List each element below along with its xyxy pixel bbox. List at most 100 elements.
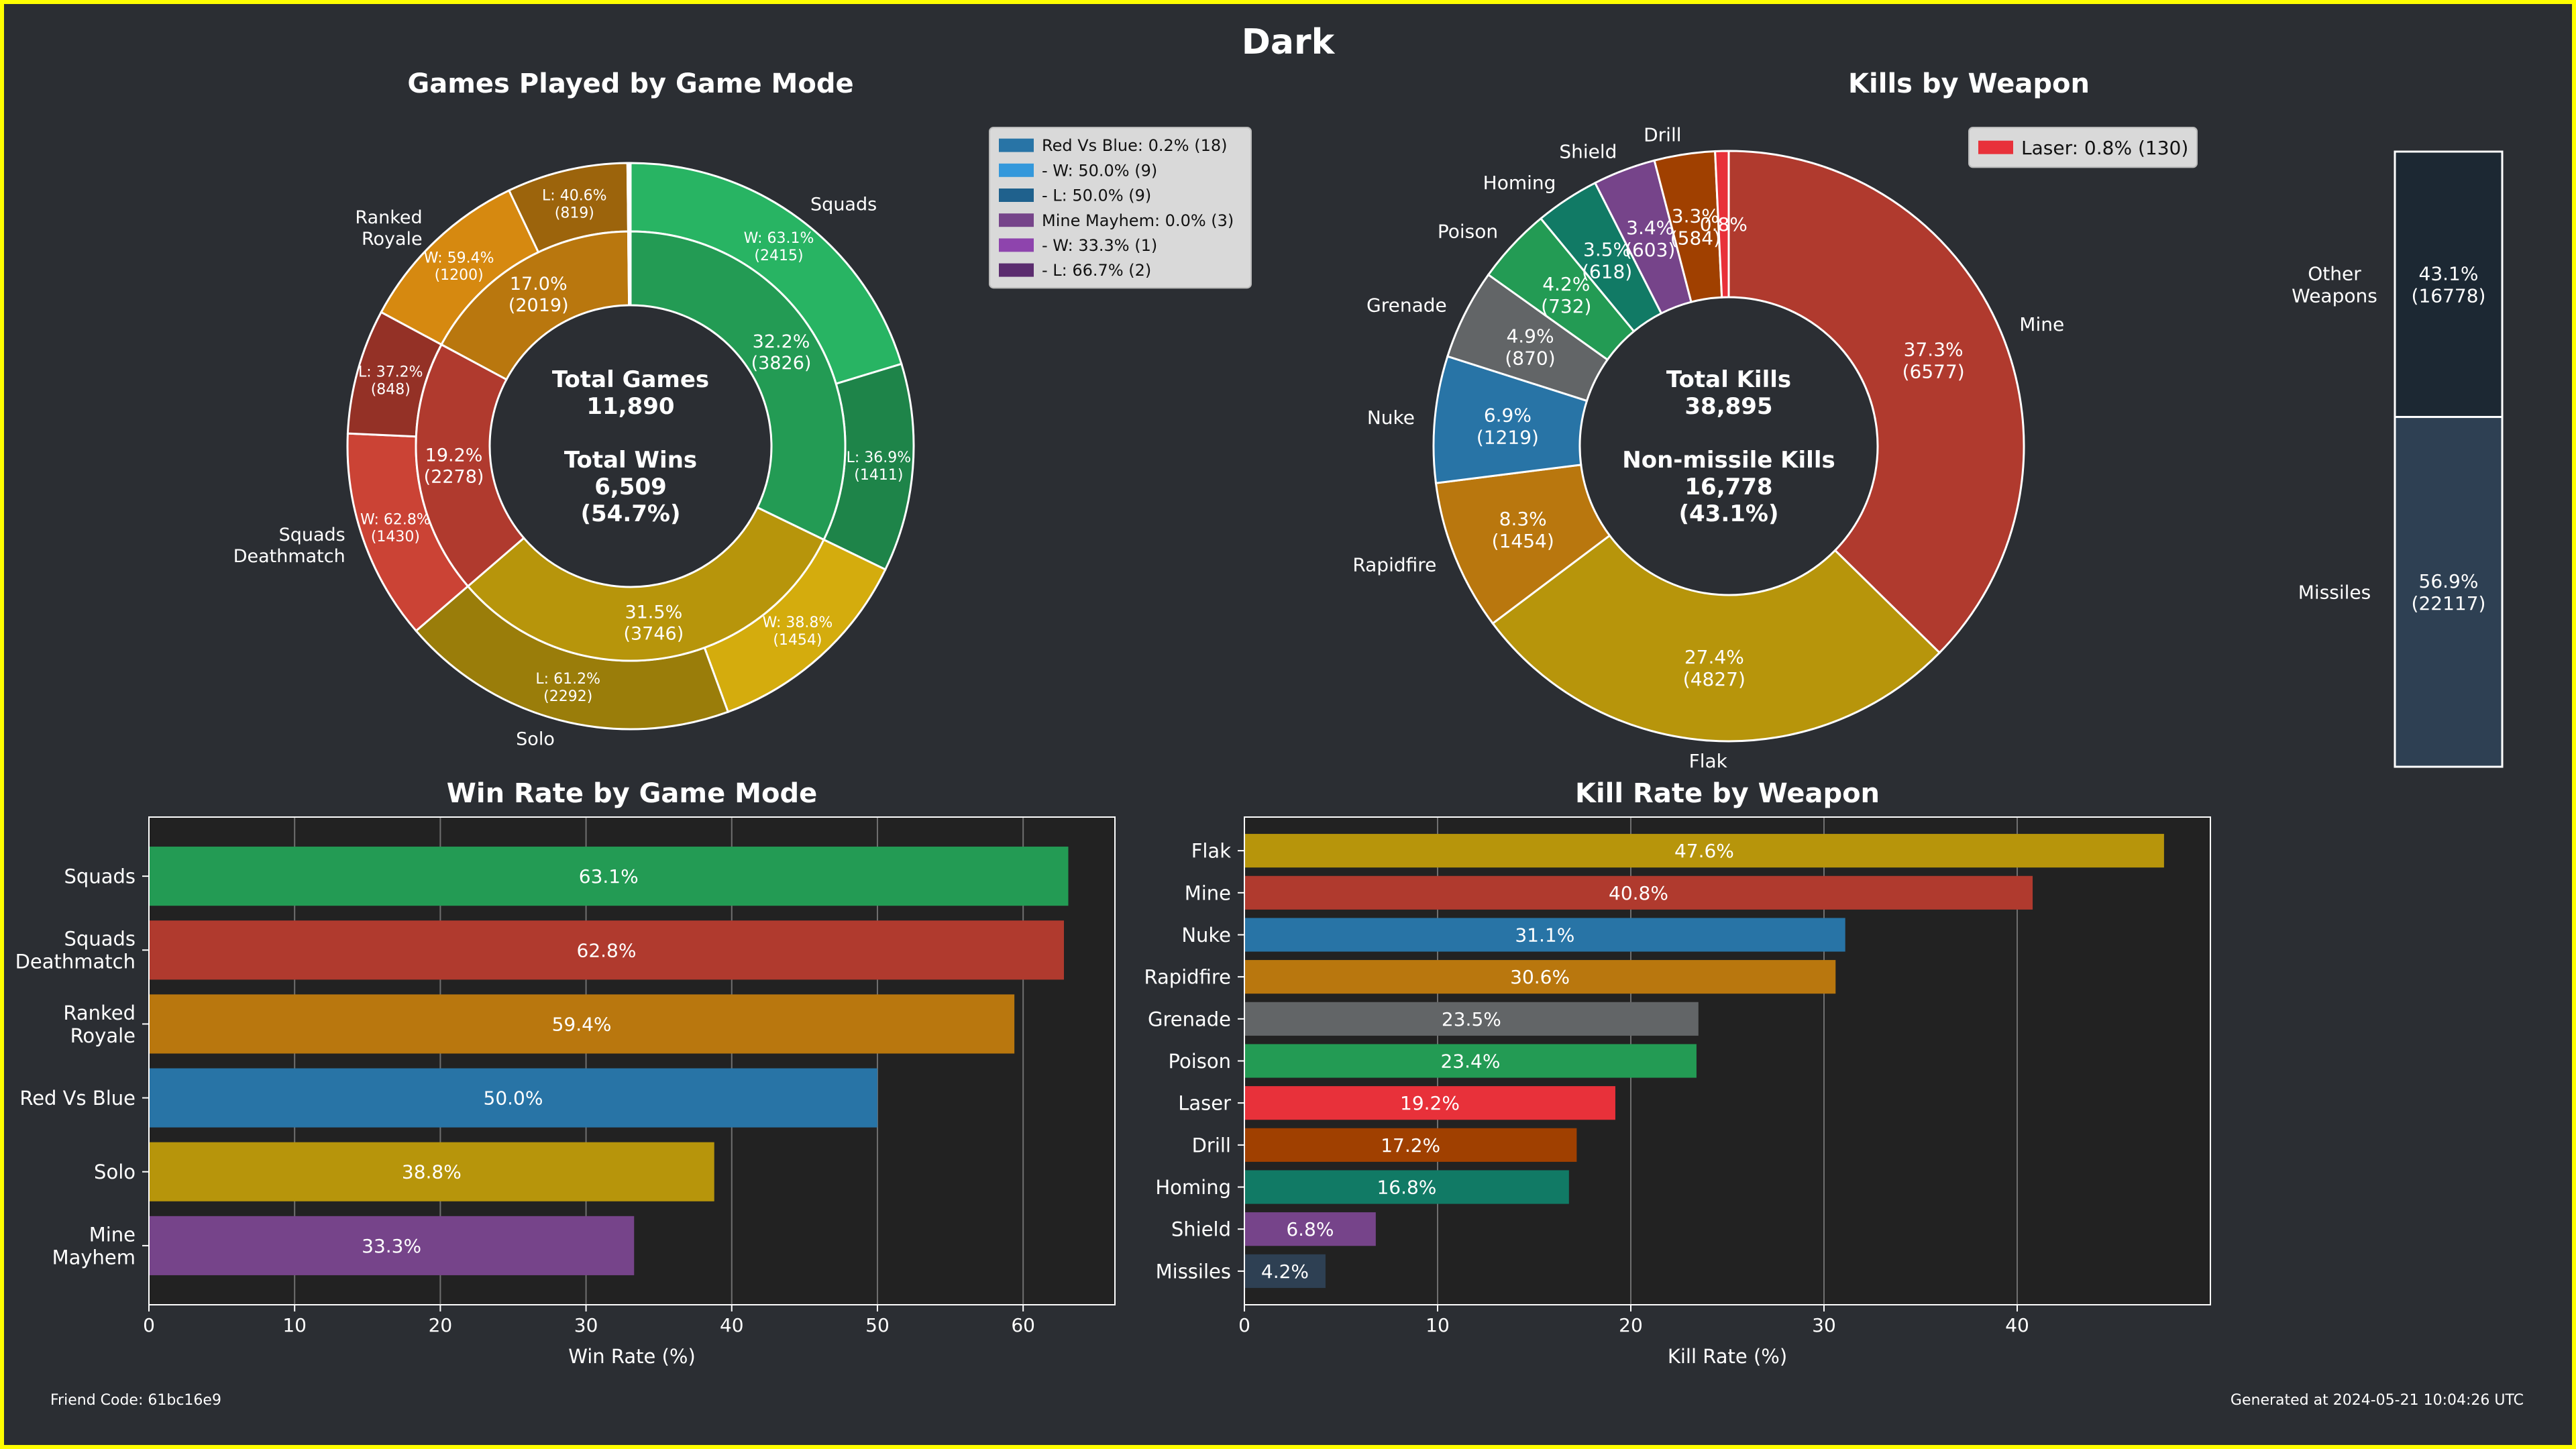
killrate-bar-label-5: 23.4% bbox=[1440, 1051, 1500, 1073]
kills-center-line-1: 38,895 bbox=[1684, 393, 1772, 420]
kills-label-5-line-1: (732) bbox=[1541, 295, 1591, 317]
killrate-xlabel: Kill Rate (%) bbox=[1668, 1345, 1787, 1368]
kills-side-label-2-line-0: Rapidfire bbox=[1352, 554, 1436, 576]
games-outer-label-5-line-1: (848) bbox=[371, 381, 411, 398]
kills-wedge-0 bbox=[1727, 150, 2025, 655]
winrate-xtick-label-5: 50 bbox=[865, 1314, 890, 1336]
games-outer-side-label-0-line-0: Squads bbox=[810, 194, 877, 215]
kills-label-6-line-0: 3.5% bbox=[1583, 239, 1631, 261]
killrate-category-label-9-line-0: Shield bbox=[1171, 1218, 1231, 1241]
games-chart-title: Games Played by Game Mode bbox=[407, 68, 853, 99]
winrate-category-label-1-line-1: Deathmatch bbox=[15, 951, 136, 973]
killrate-xtick-label-1: 10 bbox=[1426, 1314, 1450, 1336]
games-outer-label-1-line-1: (1411) bbox=[854, 467, 903, 484]
killrate-xtick-label-3: 30 bbox=[1812, 1314, 1836, 1336]
kills-side-bar-value-1-line-0: 56.9% bbox=[2419, 570, 2479, 592]
kills-center-line-5: (43.1%) bbox=[1678, 500, 1778, 527]
games-center-line-4: 6,509 bbox=[594, 474, 667, 500]
games-legend-entry-3: Mine Mayhem: 0.0% (3) bbox=[1042, 211, 1234, 230]
killrate-category-label-7-line-0: Drill bbox=[1192, 1134, 1231, 1157]
games-outer-label-5-line-0: L: 37.2% bbox=[358, 364, 423, 380]
killrate-category-label-10-line-0: Missiles bbox=[1156, 1260, 1231, 1283]
games-inner-label-3-line-1: (2019) bbox=[508, 295, 569, 316]
killrate-xtick-label-2: 20 bbox=[1619, 1314, 1643, 1336]
games-legend-entry-4: - W: 33.3% (1) bbox=[1042, 236, 1157, 255]
winrate-xtick-label-1: 10 bbox=[282, 1314, 307, 1336]
games-inner-label-0-line-1: (3826) bbox=[751, 353, 812, 374]
games-outer-label-2-line-0: W: 38.8% bbox=[763, 614, 833, 631]
page-title: Dark bbox=[1242, 22, 1336, 62]
winrate-bar-label-5: 33.3% bbox=[362, 1235, 421, 1257]
winrate-bar-label-3: 50.0% bbox=[484, 1087, 543, 1110]
kills-side-label-7-line-0: Shield bbox=[1559, 141, 1617, 163]
killrate-xtick-label-4: 40 bbox=[2005, 1314, 2029, 1336]
games-inner-label-0-line-0: 32.2% bbox=[753, 331, 810, 352]
games-legend-swatch-0 bbox=[999, 138, 1034, 152]
kills-side-label-1-line-0: Flak bbox=[1689, 750, 1728, 772]
games-outer-label-4-line-0: W: 62.8% bbox=[360, 511, 431, 528]
kills-center-line-3: Non-missile Kills bbox=[1622, 447, 1835, 474]
killrate-category-label-0-line-0: Flak bbox=[1191, 840, 1232, 863]
killrate-bar-label-0: 47.6% bbox=[1674, 840, 1734, 862]
kills-label-2-line-0: 8.3% bbox=[1499, 508, 1547, 530]
winrate-xtick-label-4: 40 bbox=[720, 1314, 744, 1336]
games-inner-label-2-line-1: (2278) bbox=[424, 467, 484, 488]
games-outer-label-3-line-1: (2292) bbox=[543, 688, 592, 705]
kills-label-4-line-0: 4.9% bbox=[1506, 325, 1554, 347]
games-legend-swatch-2 bbox=[999, 189, 1034, 202]
winrate-category-label-0-line-0: Squads bbox=[64, 865, 136, 888]
winrate-category-label-2-line-1: Royale bbox=[70, 1024, 136, 1047]
games-outer-label-1-line-0: L: 36.9% bbox=[847, 449, 912, 466]
games-inner-wedge-5 bbox=[629, 230, 632, 307]
kills-side-label-3-line-0: Nuke bbox=[1367, 407, 1415, 429]
killrate-category-label-8-line-0: Homing bbox=[1155, 1176, 1231, 1199]
kills-label-3-line-0: 6.9% bbox=[1484, 404, 1532, 426]
games-outer-label-0-line-0: W: 63.1% bbox=[744, 230, 814, 247]
games-outer-side-label-3-line-0: Solo bbox=[516, 729, 555, 749]
games-legend-entry-2: - L: 50.0% (9) bbox=[1042, 186, 1151, 205]
games-center-line-1: 11,890 bbox=[586, 393, 674, 420]
winrate-xtick-label-0: 0 bbox=[143, 1314, 155, 1336]
killrate-bar-chart: Kill Rate by Weapon 0 10 20 30 40 47.6% Flak 40.… bbox=[1144, 778, 2211, 1368]
kills-side-bar-value-0-line-1: (16778) bbox=[2412, 284, 2486, 307]
killrate-category-label-5-line-0: Poison bbox=[1169, 1050, 1232, 1073]
games-center-line-5: (54.7%) bbox=[580, 500, 680, 527]
kills-side-label-5-line-0: Poison bbox=[1438, 221, 1498, 243]
winrate-xtick-label-2: 20 bbox=[429, 1314, 453, 1336]
killrate-bar-label-7: 17.2% bbox=[1381, 1134, 1440, 1157]
killrate-bar-label-3: 30.6% bbox=[1510, 966, 1570, 988]
kills-label-4-line-1: (870) bbox=[1505, 347, 1555, 369]
winrate-category-label-1-line-0: Squads bbox=[64, 928, 136, 951]
kills-donut-chart: Kills by Weapon 37.3%(6577) Mine 27.4%(4827… bbox=[1352, 68, 2504, 772]
winrate-category-label-3-line-0: Red Vs Blue bbox=[19, 1087, 136, 1110]
kills-side-bar-name-0-line-0: Other bbox=[2308, 262, 2361, 284]
killrate-bar-label-8: 16.8% bbox=[1377, 1177, 1436, 1199]
games-legend-entry-5: - L: 66.7% (2) bbox=[1042, 261, 1151, 280]
killrate-bar-label-4: 23.5% bbox=[1442, 1008, 1501, 1030]
friend-code: Friend Code: 61bc16e9 bbox=[50, 1392, 221, 1409]
kills-side-label-0-line-0: Mine bbox=[2019, 313, 2064, 335]
games-outer-label-7-line-0: L: 40.6% bbox=[542, 187, 607, 204]
games-legend-swatch-4 bbox=[999, 238, 1034, 252]
winrate-category-label-2-line-0: Ranked bbox=[63, 1002, 136, 1024]
games-outer-side-label-4-line-1: Deathmatch bbox=[233, 546, 345, 567]
kills-side-bar-name-0-line-1: Weapons bbox=[2292, 284, 2377, 307]
winrate-bar-label-4: 38.8% bbox=[402, 1161, 462, 1183]
games-inner-label-1-line-1: (3746) bbox=[623, 623, 684, 644]
kills-legend-entry-0: Laser: 0.8% (130) bbox=[2021, 137, 2188, 159]
kills-side-label-4-line-0: Grenade bbox=[1366, 294, 1447, 317]
games-inner-label-3-line-0: 17.0% bbox=[510, 274, 568, 294]
kills-legend-swatch-0 bbox=[1978, 140, 2013, 154]
kills-center-line-0: Total Kills bbox=[1666, 366, 1791, 393]
games-outer-label-4-line-1: (1430) bbox=[371, 529, 420, 545]
games-outer-side-label-6-line-1: Royale bbox=[362, 229, 423, 250]
winrate-xlabel: Win Rate (%) bbox=[568, 1345, 696, 1368]
kills-label-1-line-1: (4827) bbox=[1683, 668, 1746, 690]
winrate-bar-chart: Win Rate by Game Mode 0 10 20 30 40 50 60 63.1% S… bbox=[15, 778, 1116, 1368]
killrate-category-label-2-line-0: Nuke bbox=[1181, 924, 1231, 947]
kills-label-3-line-1: (1219) bbox=[1477, 426, 1539, 448]
games-legend-entry-0: Red Vs Blue: 0.2% (18) bbox=[1042, 136, 1227, 155]
kills-side-bar-value-1-line-1: (22117) bbox=[2412, 592, 2486, 614]
kills-side-label-6-line-0: Homing bbox=[1483, 172, 1556, 194]
kills-label-2-line-1: (1454) bbox=[1492, 530, 1554, 552]
